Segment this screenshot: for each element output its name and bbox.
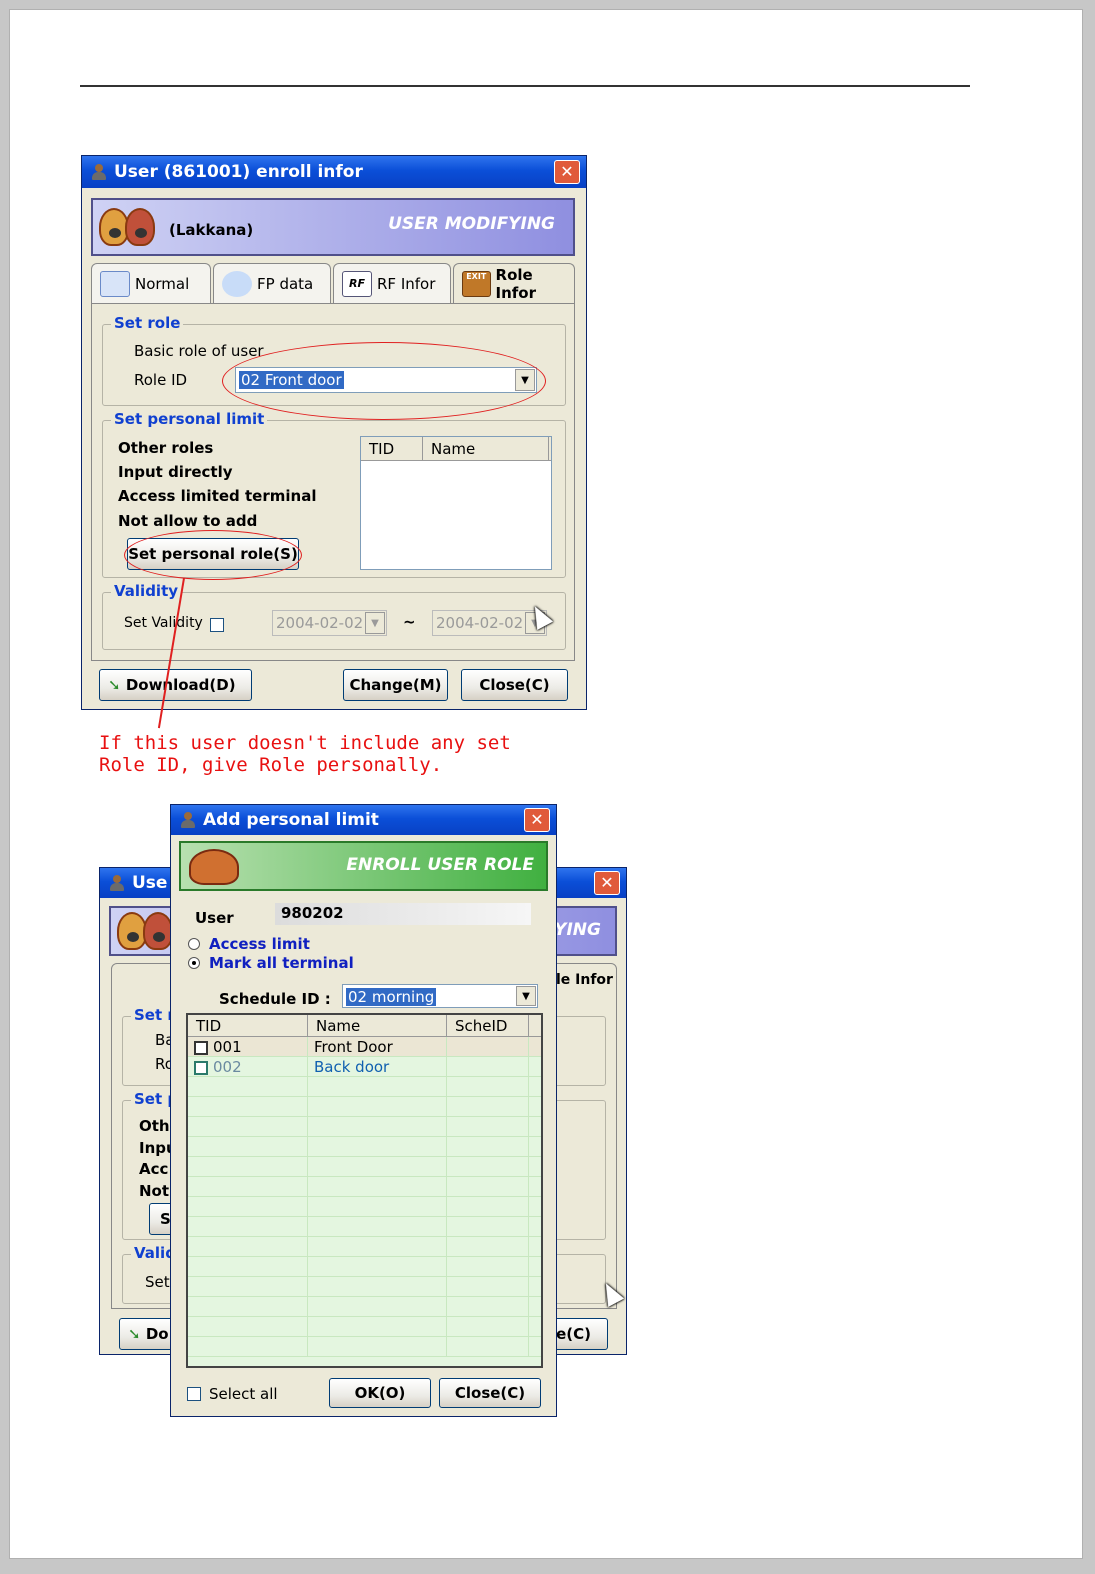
table-row[interactable]: 001 Front Door xyxy=(188,1037,541,1057)
phone-door-icon xyxy=(189,849,239,885)
chevron-down-icon[interactable]: ▼ xyxy=(516,986,536,1006)
schedule-id-select[interactable]: 02 morning ▼ xyxy=(342,984,538,1008)
banner-text: USER MODIFYING xyxy=(388,214,555,234)
annotation-line-1: If this user doesn't include any set xyxy=(99,732,511,754)
chevron-down-icon[interactable]: ▼ xyxy=(365,612,385,634)
row-sched xyxy=(447,1037,529,1056)
validity-legend: Validity xyxy=(111,582,182,600)
tab-role-infor[interactable]: EXIT Role Infor xyxy=(453,263,575,303)
row-tid: 001 xyxy=(213,1038,242,1056)
user-icon xyxy=(179,811,197,829)
select-all-checkbox[interactable] xyxy=(187,1387,201,1401)
change-button[interactable]: Change(M) xyxy=(343,669,448,701)
other-roles-label: Other roles xyxy=(118,439,214,457)
terminal-table-header: TID Name ScheID xyxy=(188,1015,541,1037)
access-limit-radio[interactable] xyxy=(188,938,200,950)
tab-fp-data[interactable]: FP data xyxy=(213,263,331,303)
dialog-close-button[interactable]: Close(C) xyxy=(439,1378,541,1408)
rf-card-icon: RF xyxy=(342,270,372,297)
mark-all-terminal-label[interactable]: Mark all terminal xyxy=(209,954,354,972)
enroll-role-banner: ENROLL USER ROLE xyxy=(179,841,548,891)
user-value-field: 980202 xyxy=(275,903,531,925)
enroll-window: User (861001) enroll infor ✕ (Lakkana) U… xyxy=(81,155,587,710)
name-column-header[interactable]: Name xyxy=(308,1015,447,1036)
row-name: Back door xyxy=(308,1057,447,1076)
annotation-line-2: Role ID, give Role personally. xyxy=(99,754,443,776)
user-icon xyxy=(108,874,126,892)
tab-normal[interactable]: Normal xyxy=(91,263,211,303)
select-all-label: Select all xyxy=(209,1385,278,1403)
id-card-icon xyxy=(100,270,130,297)
personal-limit-legend: Set personal limit xyxy=(111,410,268,428)
banner-text: ENROLL USER ROLE xyxy=(346,855,534,875)
tid-column-header[interactable]: TID xyxy=(361,437,423,460)
access-limit-label[interactable]: Access limit xyxy=(209,935,310,953)
user-banner: (Lakkana) USER MODIFYING xyxy=(91,198,575,256)
name-column-header[interactable]: Name xyxy=(423,437,549,460)
validity-from-date[interactable]: 2004-02-02 ▼ xyxy=(272,610,387,636)
users-avatar-icon xyxy=(99,206,169,250)
not-allow-to-add-label: Not allow to add xyxy=(118,512,258,530)
tid-name-list[interactable]: TID Name xyxy=(360,436,552,570)
role-id-label: Role ID xyxy=(134,371,188,389)
user-icon xyxy=(90,163,108,181)
close-button[interactable]: Close(C) xyxy=(461,669,568,701)
window-title: User (861001) enroll infor xyxy=(114,162,363,182)
date-range-separator: ~ xyxy=(403,613,416,631)
user-label: User xyxy=(195,909,234,927)
row-checkbox[interactable] xyxy=(194,1040,208,1055)
access-limited-terminal-label: Access limited terminal xyxy=(118,487,317,505)
set-personal-role-highlight-ellipse xyxy=(124,530,302,580)
fingerprint-hand-icon xyxy=(222,270,252,297)
table-row[interactable]: 002 Back door xyxy=(188,1057,541,1077)
role-id-highlight-ellipse xyxy=(222,342,546,420)
tab-bar: Normal FP data RF RF Infor EXIT Role Inf… xyxy=(91,263,577,303)
schedule-id-label: Schedule ID : xyxy=(219,990,331,1008)
dialog-titlebar[interactable]: Add personal limit xyxy=(171,805,556,835)
dialog-title: Add personal limit xyxy=(203,810,379,830)
input-directly-label: Input directly xyxy=(118,463,233,481)
row-name: Front Door xyxy=(308,1037,447,1056)
row-sched xyxy=(447,1057,529,1076)
annotation-note: If this user doesn't include any set Rol… xyxy=(99,732,511,776)
tab-rf-infor[interactable]: RF RF Infor xyxy=(333,263,451,303)
close-icon[interactable]: ✕ xyxy=(594,871,620,895)
user-name: (Lakkana) xyxy=(169,221,254,239)
enroll-window-titlebar[interactable]: User (861001) enroll infor xyxy=(82,156,586,188)
row-checkbox[interactable] xyxy=(194,1060,208,1075)
download-arrow-icon: ➘ xyxy=(108,676,121,694)
row-tid: 002 xyxy=(213,1058,242,1076)
close-icon[interactable]: ✕ xyxy=(554,160,580,184)
ok-button[interactable]: OK(O) xyxy=(329,1378,431,1408)
close-icon[interactable]: ✕ xyxy=(524,808,550,832)
set-validity-checkbox[interactable] xyxy=(210,618,224,632)
basic-role-label: Basic role of user xyxy=(134,342,264,360)
set-role-legend: Set role xyxy=(111,314,184,332)
exit-door-icon: EXIT xyxy=(462,270,491,297)
terminal-table[interactable]: TID Name ScheID 001 Front Door 002 Back … xyxy=(186,1013,543,1368)
schedid-column-header[interactable]: ScheID xyxy=(447,1015,529,1036)
page-rule xyxy=(80,85,970,87)
mark-all-terminal-radio[interactable] xyxy=(188,957,200,969)
tid-column-header[interactable]: TID xyxy=(188,1015,308,1036)
set-validity-label: Set Validity xyxy=(124,615,203,631)
download-button[interactable]: ➘ Download(D) xyxy=(99,669,252,701)
